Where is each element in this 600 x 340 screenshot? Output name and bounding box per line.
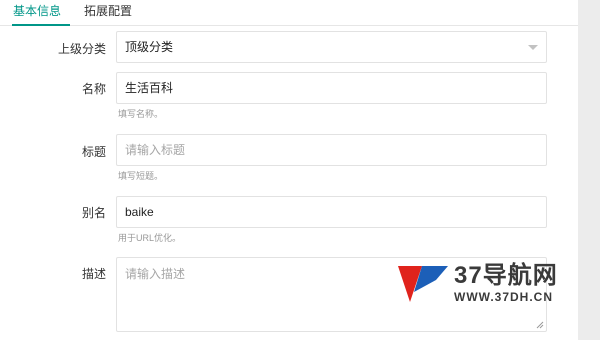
active-tab-indicator xyxy=(12,24,70,26)
logo-mark-icon xyxy=(398,266,448,302)
parent-category-value: 顶级分类 xyxy=(125,40,174,54)
watermark-logo: 37导航网 WWW.37DH.CN xyxy=(396,262,600,306)
title-input[interactable]: 请输入标题 xyxy=(116,134,547,166)
tab-extended-config[interactable]: 拓展配置 xyxy=(84,4,132,18)
tab-bar: 基本信息 拓展配置 xyxy=(0,0,578,26)
name-label: 名称 xyxy=(81,82,106,96)
resize-grip-icon[interactable] xyxy=(536,321,544,329)
title-hint: 填写短题。 xyxy=(118,171,164,181)
name-hint: 填写名称。 xyxy=(118,109,164,119)
name-value: 生活百科 xyxy=(125,81,174,95)
parent-category-select[interactable]: 顶级分类 xyxy=(116,31,547,63)
alias-label: 别名 xyxy=(81,206,106,220)
parent-category-label: 上级分类 xyxy=(57,42,106,56)
watermark-url: WWW.37DH.CN xyxy=(454,290,553,304)
alias-value: baike xyxy=(125,205,154,219)
watermark-title: 37导航网 xyxy=(454,262,558,289)
alias-hint: 用于URL优化。 xyxy=(118,233,182,243)
title-placeholder: 请输入标题 xyxy=(125,143,186,157)
description-placeholder: 请输入描述 xyxy=(125,267,186,281)
chevron-down-icon xyxy=(528,45,538,50)
alias-input[interactable]: baike xyxy=(116,196,547,228)
title-label: 标题 xyxy=(81,145,106,159)
tab-basic-info[interactable]: 基本信息 xyxy=(13,4,61,18)
description-label: 描述 xyxy=(81,267,106,281)
name-input[interactable]: 生活百科 xyxy=(116,72,547,104)
